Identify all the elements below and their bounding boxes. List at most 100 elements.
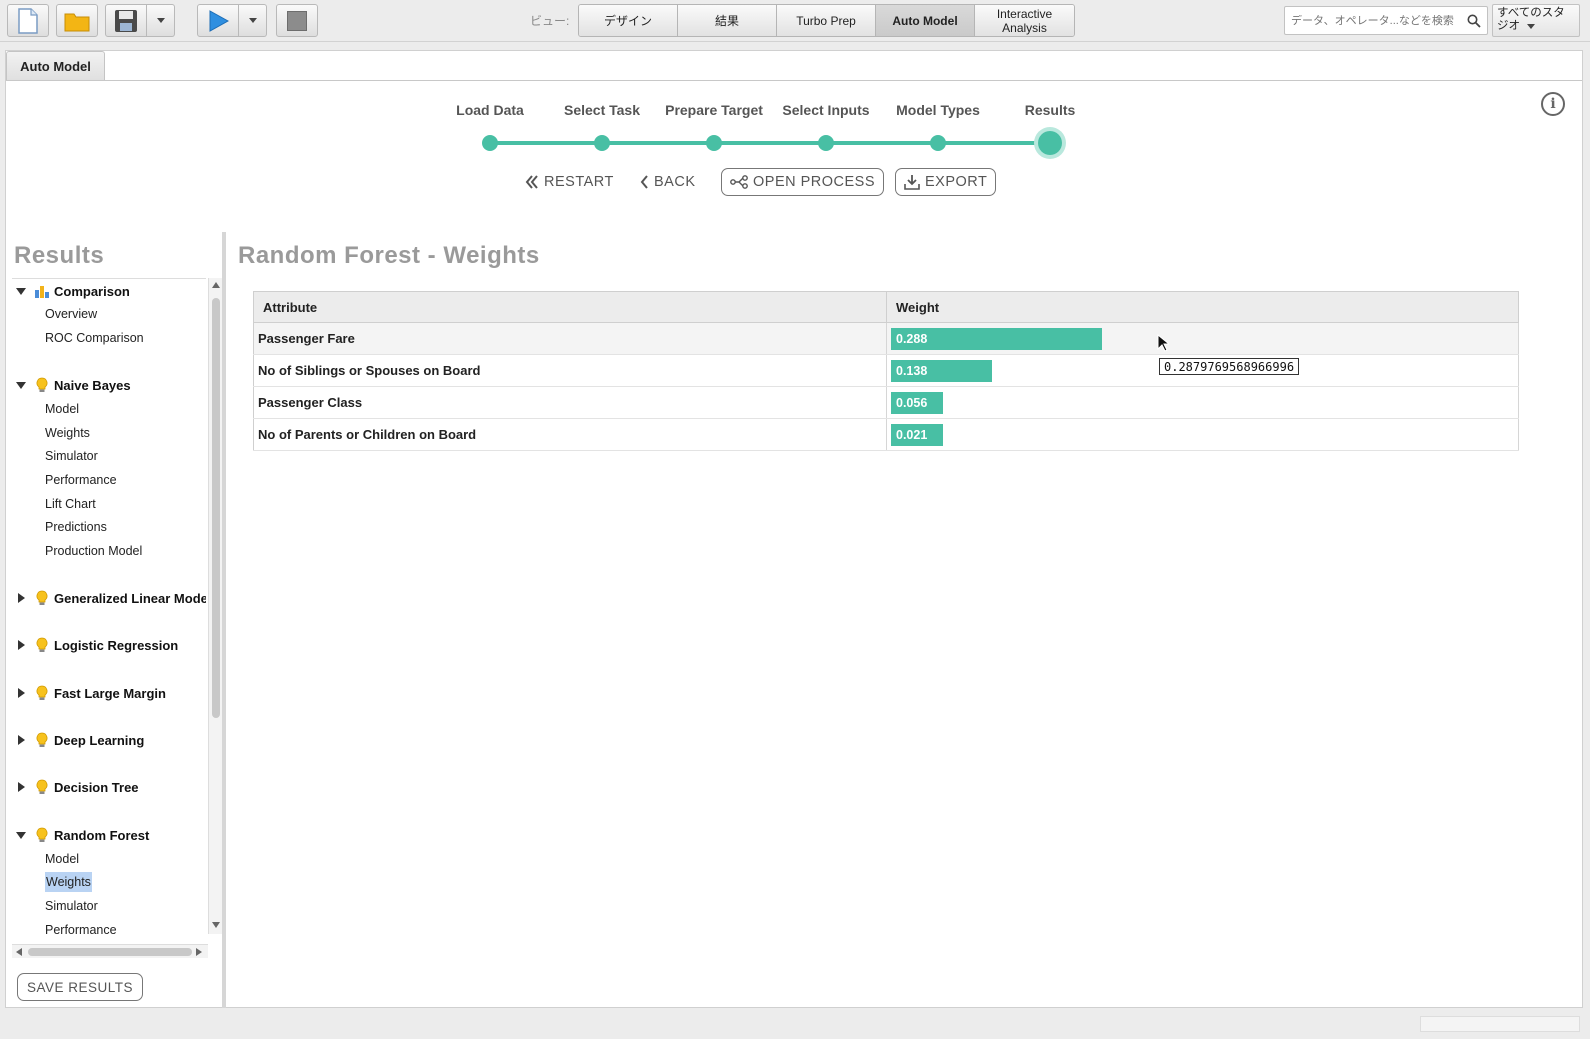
scroll-up-icon[interactable]: [212, 282, 220, 288]
tree-item-overview[interactable]: Overview: [45, 303, 97, 325]
step-dot-select-inputs[interactable]: [818, 135, 834, 151]
expanded-arrow-icon[interactable]: [14, 831, 28, 839]
attribute-cell: No of Parents or Children on Board: [253, 418, 887, 451]
tree-horizontal-scrollbar[interactable]: [12, 944, 208, 958]
table-row[interactable]: Passenger Class 0.056: [253, 386, 1519, 419]
tree-item-performance[interactable]: Performance: [45, 469, 117, 491]
save-button[interactable]: [105, 4, 147, 37]
open-process-button[interactable]: OPEN PROCESS: [721, 168, 885, 196]
column-header-attribute[interactable]: Attribute: [253, 291, 887, 323]
search-input[interactable]: [1291, 14, 1467, 27]
tree-group-comparison[interactable]: Comparison: [12, 280, 130, 302]
collapsed-arrow-icon[interactable]: [14, 735, 28, 745]
weight-bar: 0.021: [891, 423, 943, 446]
collapsed-arrow-icon[interactable]: [14, 640, 28, 650]
tree-group-deep-learning[interactable]: Deep Learning: [12, 729, 144, 751]
info-icon[interactable]: i: [1541, 92, 1565, 116]
save-dropdown-button[interactable]: [147, 4, 175, 37]
tree-item-label: Production Model: [45, 544, 143, 558]
step-dot-prepare-target[interactable]: [706, 135, 722, 151]
tree-group-label: Decision Tree: [54, 779, 139, 795]
tree-item-simulator[interactable]: Simulator: [45, 445, 98, 467]
step-dot-load-data[interactable]: [482, 135, 498, 151]
tree-item-label: Model: [45, 402, 80, 416]
collapsed-arrow-icon[interactable]: [14, 688, 28, 698]
results-title: Results: [14, 242, 105, 269]
view-tab-interactive-analysis[interactable]: Interactive Analysis: [975, 5, 1074, 36]
weight-cell: 0.288: [886, 322, 1519, 355]
status-indicator: [1420, 1016, 1580, 1032]
tree-group-generalized-linear-model[interactable]: Generalized Linear Model: [12, 587, 206, 609]
tree-item-rf-simulator[interactable]: Simulator: [45, 895, 98, 917]
table-row[interactable]: Passenger Fare 0.288: [253, 322, 1519, 355]
expanded-arrow-icon[interactable]: [14, 381, 28, 389]
new-file-button[interactable]: [7, 4, 49, 37]
expanded-arrow-icon[interactable]: [14, 287, 28, 295]
lightbulb-icon: [34, 590, 50, 606]
stop-button[interactable]: [276, 4, 318, 37]
column-header-weight[interactable]: Weight: [886, 291, 1519, 323]
export-label: EXPORT: [925, 174, 988, 190]
tree-item-rf-model[interactable]: Model: [45, 848, 79, 870]
view-tab-design[interactable]: デザイン: [579, 5, 678, 36]
weight-cell: 0.021: [886, 418, 1519, 451]
open-process-label: OPEN PROCESS: [753, 174, 876, 190]
step-label-results: Results: [1024, 102, 1076, 118]
tree-item-weights[interactable]: Weights: [45, 422, 90, 444]
tree-item-rf-weights[interactable]: Weights: [45, 871, 92, 893]
wizard-actions: RESTART BACK OPEN PROCESS EXPORT: [0, 168, 1590, 198]
tree-item-model[interactable]: Model: [45, 398, 79, 420]
tree-item-predictions[interactable]: Predictions: [45, 516, 107, 538]
search-icon: [1467, 14, 1481, 28]
run-dropdown-button[interactable]: [239, 4, 267, 37]
attribute-cell: Passenger Fare: [253, 322, 887, 355]
step-dot-model-types[interactable]: [930, 135, 946, 151]
scroll-down-icon[interactable]: [212, 922, 220, 928]
view-tab-turbo-prep[interactable]: Turbo Prep: [777, 5, 876, 36]
export-button[interactable]: EXPORT: [895, 168, 997, 196]
step-dot-results[interactable]: [1038, 131, 1062, 155]
lightbulb-icon: [34, 732, 50, 748]
studio-dropdown[interactable]: すべてのスタジオ: [1492, 4, 1580, 37]
view-tab-auto-model[interactable]: Auto Model: [876, 5, 975, 36]
tree-item-lift-chart[interactable]: Lift Chart: [45, 493, 96, 515]
tree-group-label: Deep Learning: [54, 732, 145, 748]
tree-vertical-scroll-thumb[interactable]: [212, 298, 220, 718]
mouse-cursor-icon: [1157, 334, 1169, 352]
lightbulb-icon: [34, 779, 50, 795]
collapsed-arrow-icon[interactable]: [14, 593, 28, 603]
chevron-down-icon: [248, 18, 257, 23]
weight-bar: 0.056: [891, 391, 943, 414]
scroll-left-icon[interactable]: [16, 948, 22, 956]
tree-item-rf-performance[interactable]: Performance: [45, 919, 117, 941]
panel-splitter[interactable]: [222, 232, 226, 1008]
panel-tab-auto-model[interactable]: Auto Model: [6, 51, 105, 80]
tree-horizontal-scroll-thumb[interactable]: [28, 948, 192, 956]
back-button[interactable]: BACK: [640, 168, 696, 196]
tree-group-label: Comparison: [54, 283, 130, 299]
wizard-steps: Load Data Select Task Prepare Target Sel…: [440, 102, 1100, 162]
step-dot-select-task[interactable]: [594, 135, 610, 151]
back-label: BACK: [654, 174, 696, 190]
tree-item-production-model[interactable]: Production Model: [45, 540, 142, 562]
tree-group-logistic-regression[interactable]: Logistic Regression: [12, 634, 178, 656]
tree-vertical-scrollbar[interactable]: [208, 278, 222, 934]
collapsed-arrow-icon[interactable]: [14, 782, 28, 792]
save-results-button[interactable]: SAVE RESULTS: [17, 973, 143, 1001]
open-folder-button[interactable]: [56, 4, 98, 37]
tree-group-label: Random Forest: [54, 827, 150, 843]
tree-group-random-forest[interactable]: Random Forest: [12, 824, 149, 846]
weight-bar: 0.288: [891, 327, 1102, 350]
scroll-right-icon[interactable]: [196, 948, 202, 956]
tree-group-naive-bayes[interactable]: Naive Bayes: [12, 374, 131, 396]
restart-button[interactable]: RESTART: [525, 168, 614, 196]
double-chevron-left-icon: [525, 175, 538, 189]
tree-group-fast-large-margin[interactable]: Fast Large Margin: [12, 682, 166, 704]
tree-group-decision-tree[interactable]: Decision Tree: [12, 776, 139, 798]
view-tab-results[interactable]: 結果: [678, 5, 777, 36]
view-tabs: デザイン 結果 Turbo Prep Auto Model Interactiv…: [578, 4, 1075, 37]
table-row[interactable]: No of Parents or Children on Board 0.021: [253, 418, 1519, 451]
tree-item-roc-comparison[interactable]: ROC Comparison: [45, 327, 144, 349]
run-button[interactable]: [197, 4, 239, 37]
table-row[interactable]: No of Siblings or Spouses on Board 0.138: [253, 354, 1519, 387]
